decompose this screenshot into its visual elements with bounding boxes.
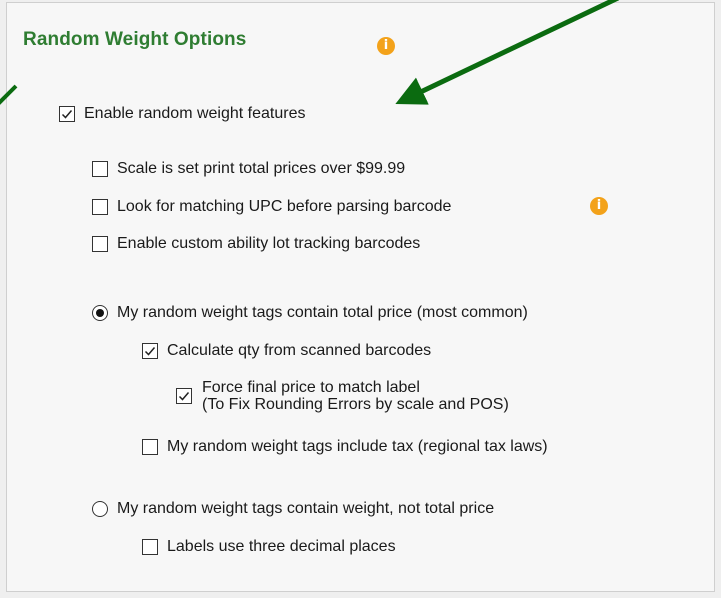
checkbox-box[interactable] — [92, 236, 108, 252]
checkbox-box[interactable] — [59, 106, 75, 122]
calc-qty-checkbox[interactable]: Calculate qty from scanned barcodes — [142, 340, 431, 362]
info-icon[interactable]: i — [377, 37, 395, 55]
tags-include-tax-label: My random weight tags include tax (regio… — [167, 438, 548, 455]
checkmark-icon — [61, 110, 73, 119]
tags-weight-label: My random weight tags contain weight, no… — [117, 500, 495, 517]
checkmark-icon — [144, 347, 156, 356]
force-final-price-line2: (To Fix Rounding Errors by scale and POS… — [202, 396, 509, 413]
tags-total-price-radio[interactable]: My random weight tags contain total pric… — [92, 302, 528, 324]
info-icon[interactable]: i — [590, 197, 608, 215]
checkbox-box[interactable] — [142, 343, 158, 359]
tags-total-price-label: My random weight tags contain total pric… — [117, 304, 528, 321]
force-final-price-line1: Force final price to match label — [202, 379, 420, 396]
enable-random-weight-label: Enable random weight features — [84, 105, 306, 122]
enable-random-weight-checkbox[interactable]: Enable random weight features — [59, 103, 305, 125]
radio-button[interactable] — [92, 305, 108, 321]
checkmark-icon — [178, 392, 190, 401]
checkbox-box[interactable] — [142, 539, 158, 555]
custom-lot-tracking-label: Enable custom ability lot tracking barco… — [117, 235, 421, 252]
matching-upc-label: Look for matching UPC before parsing bar… — [117, 198, 452, 215]
calc-qty-label: Calculate qty from scanned barcodes — [167, 342, 432, 359]
checkbox-box[interactable] — [176, 388, 192, 404]
three-decimals-checkbox[interactable]: Labels use three decimal places — [142, 536, 396, 558]
scale-total-prices-checkbox[interactable]: Scale is set print total prices over $99… — [92, 158, 405, 180]
tags-weight-radio[interactable]: My random weight tags contain weight, no… — [92, 498, 494, 520]
tags-include-tax-checkbox[interactable]: My random weight tags include tax (regio… — [142, 436, 548, 458]
checkbox-box[interactable] — [92, 161, 108, 177]
matching-upc-checkbox[interactable]: Look for matching UPC before parsing bar… — [92, 196, 451, 218]
checkbox-box[interactable] — [92, 199, 108, 215]
radio-selected-dot — [96, 309, 104, 317]
panel-title: Random Weight Options — [23, 29, 247, 50]
radio-button[interactable] — [92, 501, 108, 517]
scale-total-prices-label: Scale is set print total prices over $99… — [117, 160, 406, 177]
three-decimals-label: Labels use three decimal places — [167, 538, 396, 555]
checkbox-box[interactable] — [142, 439, 158, 455]
force-final-price-checkbox[interactable]: Force final price to match label (To Fix… — [176, 376, 509, 416]
custom-lot-tracking-checkbox[interactable]: Enable custom ability lot tracking barco… — [92, 233, 420, 255]
force-final-price-label: Force final price to match label (To Fix… — [202, 379, 509, 413]
